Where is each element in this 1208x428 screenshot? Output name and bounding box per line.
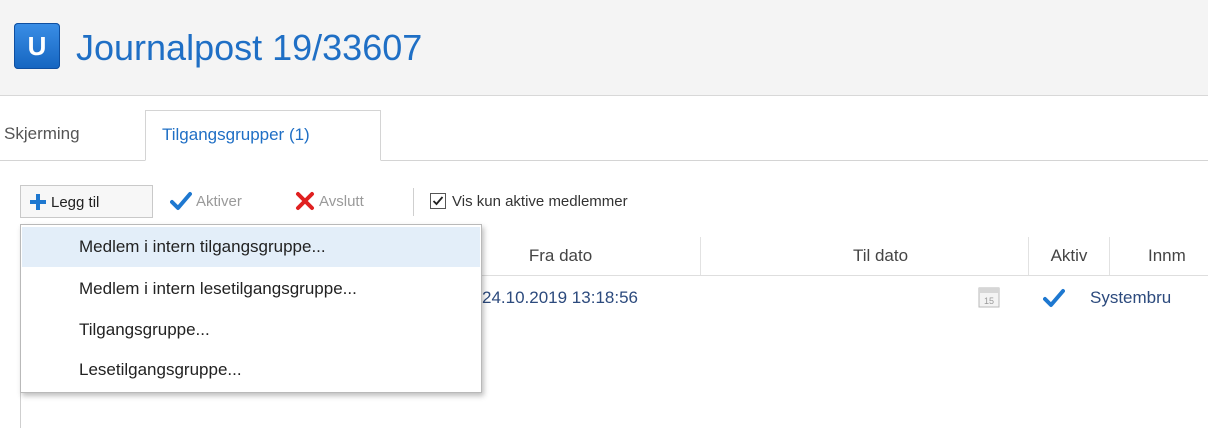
- page-title: Journalpost 19/33607: [76, 27, 423, 68]
- calendar-icon[interactable]: 15: [978, 286, 1000, 308]
- end-button-label: Avslutt: [319, 193, 364, 210]
- calendar-icon-text: 15: [984, 296, 994, 306]
- menu-item-lesetilgangsgruppe[interactable]: Lesetilgangsgruppe...: [22, 350, 480, 390]
- column-header-aktiv[interactable]: Aktiv: [1028, 237, 1110, 275]
- active-checkmark-icon: [1043, 289, 1065, 307]
- menu-item-medlem-intern-lesetilgangsgruppe[interactable]: Medlem i intern lesetilgangsgruppe...: [22, 269, 480, 309]
- plus-icon: [30, 193, 46, 210]
- cross-icon: [296, 191, 314, 210]
- app-logo-letter: U: [27, 31, 47, 61]
- end-button[interactable]: Avslutt: [291, 185, 405, 218]
- column-header-innmeldt[interactable]: Innm: [1110, 237, 1208, 275]
- cell-innmeldt-av: Systembru: [1090, 288, 1172, 307]
- add-button[interactable]: Legg til: [20, 185, 153, 218]
- toolbar-divider: [413, 188, 414, 216]
- toolbar: Legg til Aktiver Avslutt Vis kun aktive …: [0, 185, 1208, 220]
- show-active-only-label: Vis kun aktive medlemmer: [452, 193, 628, 210]
- menu-item-tilgangsgruppe[interactable]: Tilgangsgruppe...: [22, 310, 480, 350]
- checkbox-box[interactable]: [430, 192, 446, 209]
- window-header: U Journalpost 19/33607: [0, 0, 1208, 96]
- cell-fra-dato: 24.10.2019 13:18:56: [482, 288, 638, 307]
- tab-skjerming[interactable]: Skjerming: [0, 110, 145, 160]
- app-logo-icon: U: [14, 23, 60, 69]
- tab-bar: Skjerming Tilgangsgrupper (1): [0, 110, 1208, 161]
- checkbox-check-icon: [432, 195, 444, 205]
- column-header-til-dato[interactable]: Til dato: [700, 237, 1060, 275]
- add-button-label: Legg til: [51, 194, 100, 211]
- activate-button[interactable]: Aktiver: [166, 185, 278, 218]
- activate-button-label: Aktiver: [196, 193, 242, 210]
- menu-item-medlem-intern-tilgangsgruppe[interactable]: Medlem i intern tilgangsgruppe...: [22, 227, 480, 267]
- add-dropdown-menu: Medlem i intern tilgangsgruppe... Medlem…: [20, 224, 482, 393]
- checkmark-icon: [170, 191, 192, 210]
- tab-tilgangsgrupper[interactable]: Tilgangsgrupper (1): [145, 110, 381, 161]
- show-active-only-checkbox[interactable]: Vis kun aktive medlemmer: [430, 185, 628, 218]
